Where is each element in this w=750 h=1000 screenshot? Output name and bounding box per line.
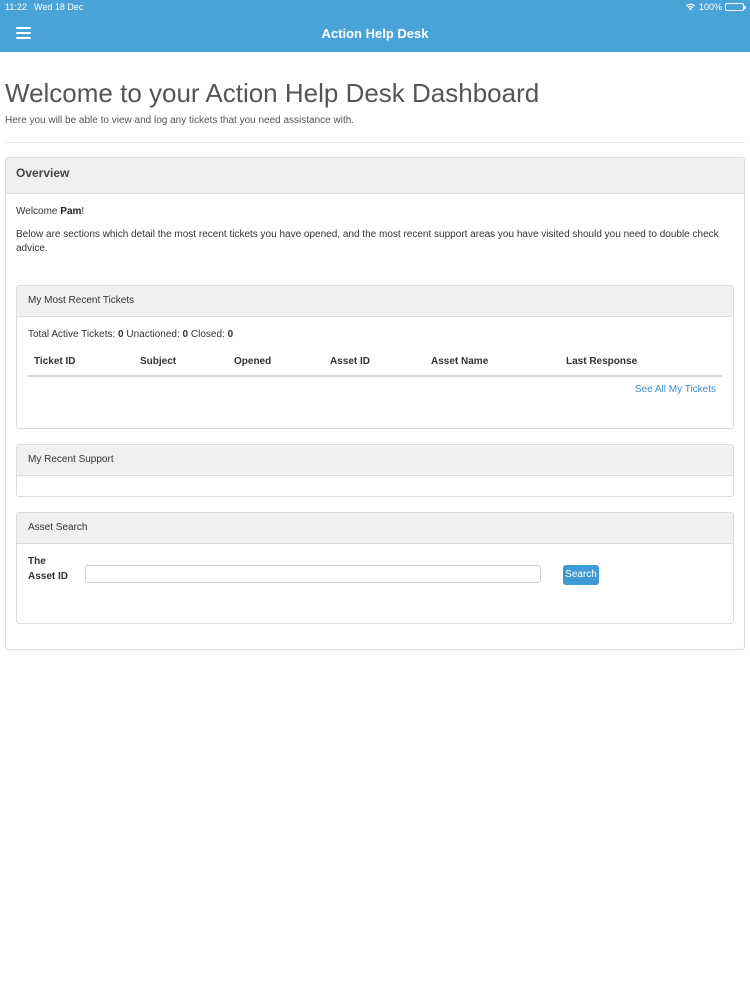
welcome-message: Welcome Pam! — [16, 206, 84, 217]
welcome-suffix: ! — [81, 206, 85, 217]
search-button[interactable]: Search — [563, 565, 599, 585]
asset-id-input[interactable] — [85, 565, 541, 583]
see-all-tickets-link[interactable]: See All My Tickets — [635, 384, 716, 395]
column-header[interactable]: Last Response — [566, 356, 637, 367]
status-indicators: 100% — [685, 2, 746, 12]
recent-tickets-panel: My Most Recent Tickets Total Active Tick… — [16, 285, 734, 429]
top-bar: 11:22 Wed 18 Dec 100% Action Help Desk — [0, 0, 750, 52]
recent-support-heading: My Recent Support — [17, 445, 733, 476]
user-name: Pam — [60, 206, 82, 217]
ticket-counts: Total Active Tickets: 0 Unactioned: 0 Cl… — [28, 329, 233, 340]
closed-value: 0 — [227, 329, 234, 340]
asset-search-panel: Asset Search The Asset ID Search — [16, 512, 734, 624]
recent-tickets-heading: My Most Recent Tickets — [17, 286, 733, 317]
welcome-prefix: Welcome — [16, 206, 61, 217]
status-time: 11:22 — [5, 2, 27, 12]
asset-search-heading: Asset Search — [17, 513, 733, 544]
tickets-table-header: Ticket ID Subject Opened Asset ID Asset … — [28, 350, 722, 377]
overview-intro: Below are sections which detail the most… — [16, 229, 719, 254]
page-subtitle: Here you will be able to view and log an… — [5, 115, 355, 126]
column-header[interactable]: Asset ID — [330, 356, 370, 367]
total-label: Total Active Tickets: — [28, 329, 119, 340]
unactioned-label: Unactioned: — [123, 329, 183, 340]
wifi-icon — [685, 3, 696, 11]
battery-icon — [725, 3, 746, 11]
app-title: Action Help Desk — [321, 26, 429, 41]
battery-percent: 100% — [698, 2, 722, 12]
closed-label: Closed: — [188, 329, 228, 340]
recent-support-panel: My Recent Support — [16, 444, 734, 497]
status-date: Wed 18 Dec — [34, 2, 84, 12]
column-header[interactable]: Asset Name — [431, 356, 488, 367]
asset-id-label: The Asset ID — [28, 556, 69, 582]
column-header[interactable]: Subject — [140, 356, 176, 367]
page-title: Welcome to your Action Help Desk Dashboa… — [5, 78, 540, 108]
divider — [5, 142, 745, 143]
column-header[interactable]: Opened — [234, 356, 271, 367]
column-header[interactable]: Ticket ID — [34, 356, 76, 367]
overview-heading: Overview — [6, 158, 744, 194]
